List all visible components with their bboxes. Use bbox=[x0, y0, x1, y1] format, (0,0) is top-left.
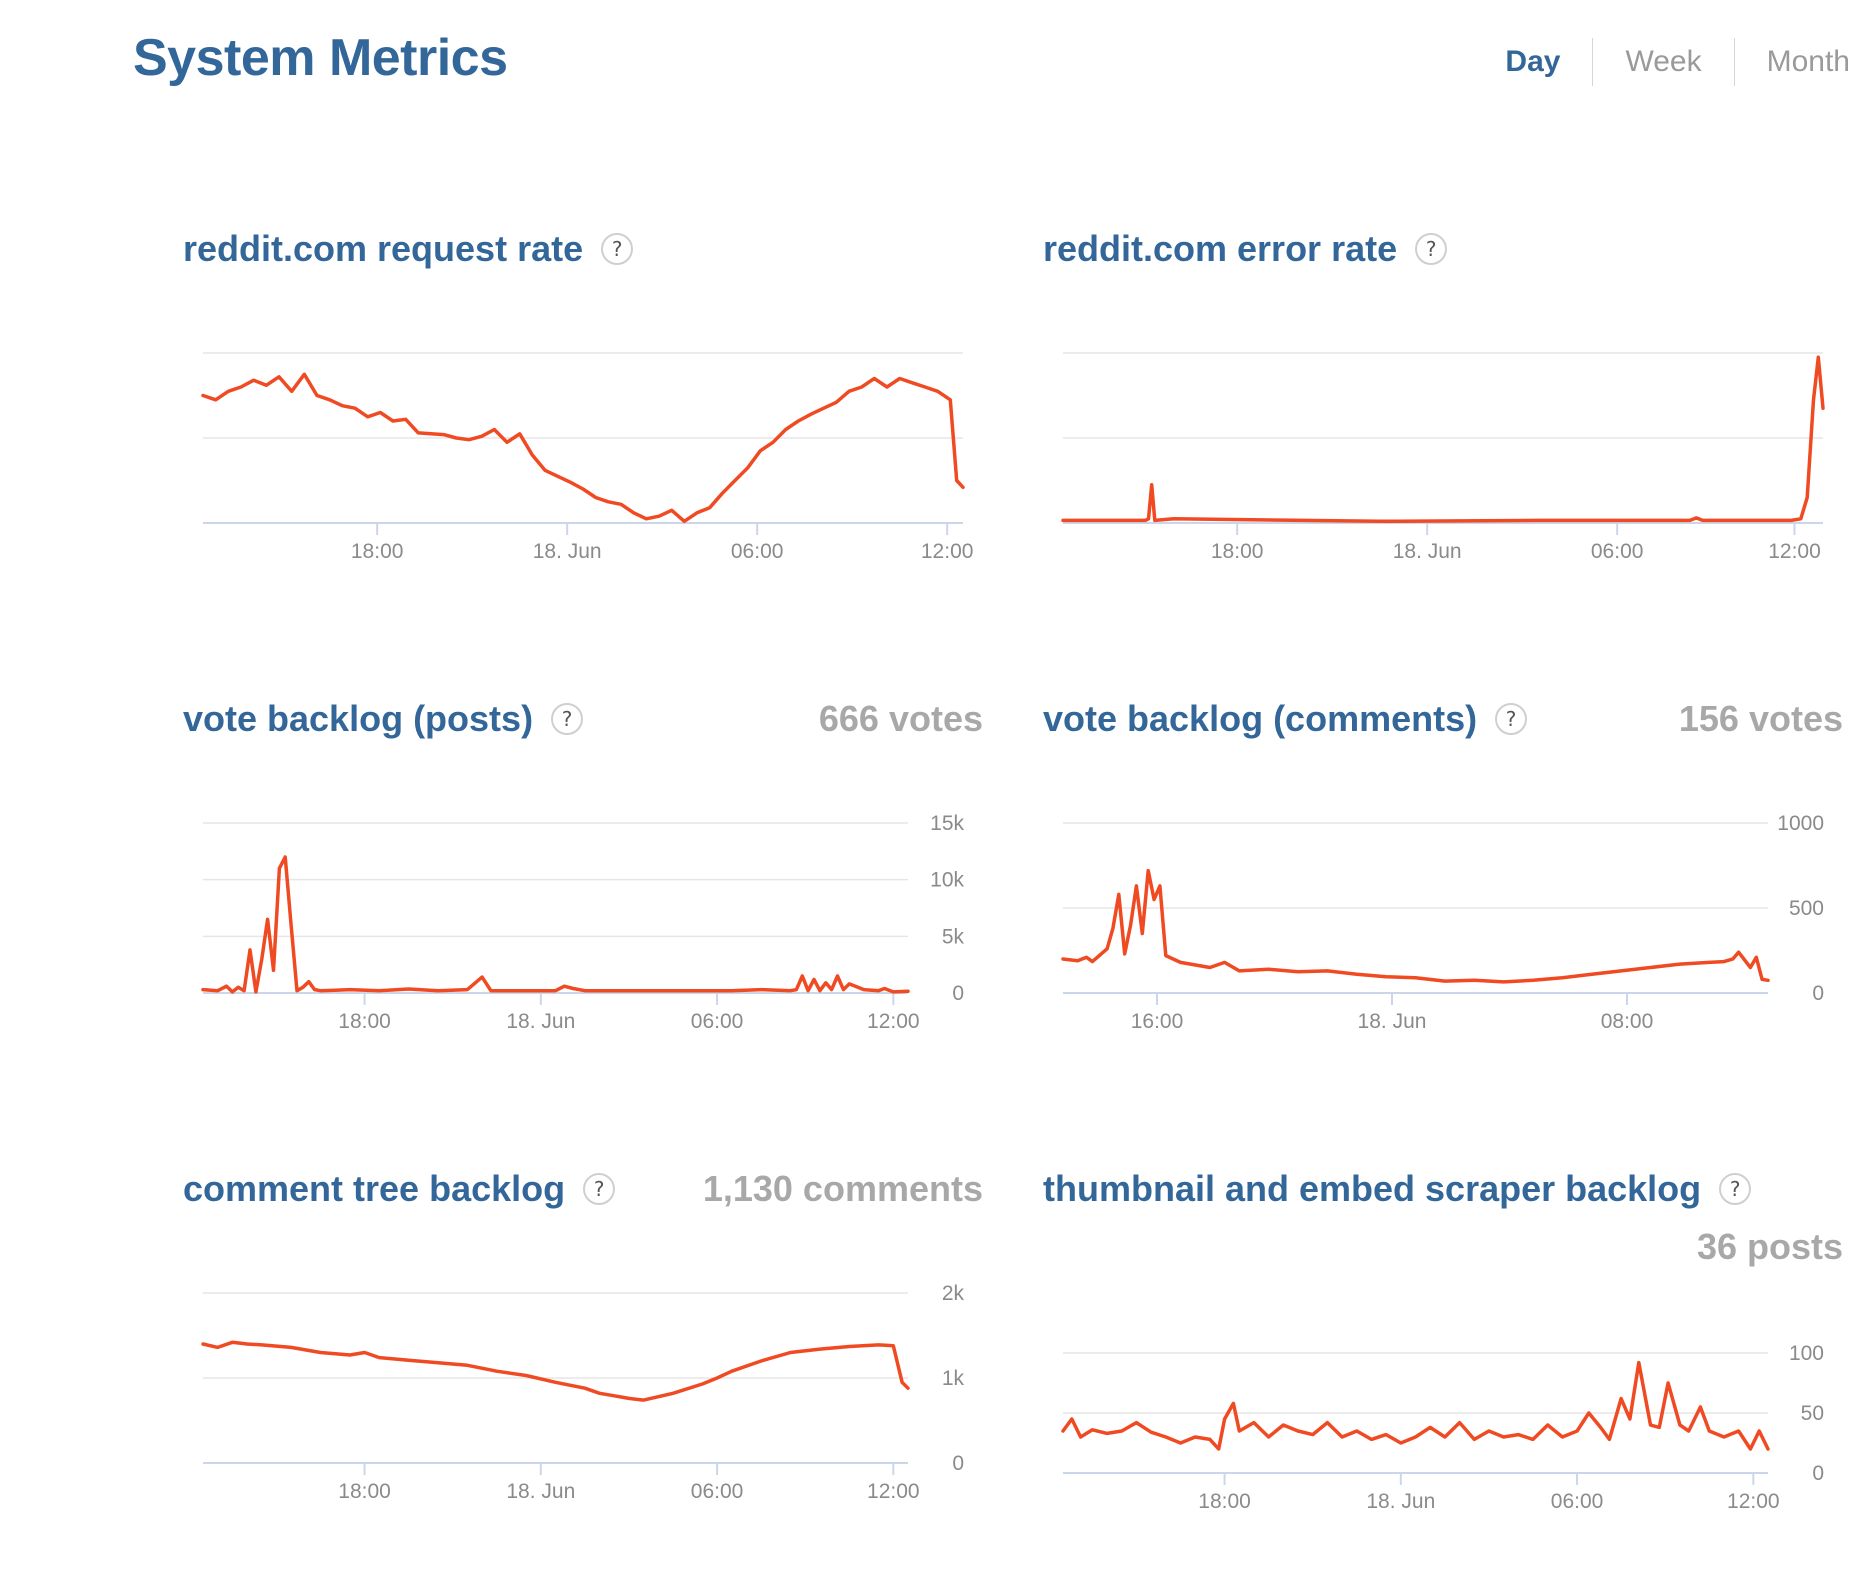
series-line bbox=[201, 855, 910, 994]
question-mark-icon[interactable]: ? bbox=[583, 1173, 616, 1205]
x-tick-label: 18:00 bbox=[338, 1010, 391, 1033]
y-tick-label: 0 bbox=[952, 1452, 964, 1475]
panel-header: thumbnail and embed scraper backlog ? bbox=[1043, 1168, 1843, 1210]
question-mark-icon[interactable]: ? bbox=[601, 233, 634, 265]
y-tick-label: 500 bbox=[1789, 897, 1824, 920]
panel-scraper-backlog: thumbnail and embed scraper backlog ? 36… bbox=[1043, 1168, 1843, 1588]
panel-title: thumbnail and embed scraper backlog bbox=[1043, 1168, 1702, 1209]
panel-title: vote backlog (comments) bbox=[1043, 698, 1478, 739]
y-tick-label: 1000 bbox=[1777, 812, 1824, 835]
panel-header: reddit.com error rate ? bbox=[1043, 228, 1843, 270]
panel-stat: 36 posts bbox=[1696, 1226, 1843, 1267]
panel-title: comment tree backlog bbox=[183, 1168, 566, 1209]
range-tab-day[interactable]: Day bbox=[1473, 38, 1592, 86]
x-tick-label: 08:00 bbox=[1601, 1010, 1654, 1033]
panel-title: reddit.com request rate bbox=[183, 228, 584, 269]
x-tick-label: 18. Jun bbox=[1393, 540, 1462, 563]
x-tick-label: 12:00 bbox=[921, 540, 974, 563]
y-tick-label: 2k bbox=[942, 1282, 965, 1305]
panel-title: vote backlog (posts) bbox=[183, 698, 534, 739]
question-mark-icon[interactable]: ? bbox=[551, 703, 584, 735]
x-tick-label: 18:00 bbox=[1198, 1490, 1251, 1513]
x-tick-label: 18:00 bbox=[351, 540, 404, 563]
page-title: System Metrics bbox=[133, 29, 508, 87]
y-tick-label: 1k bbox=[942, 1367, 965, 1390]
x-tick-label: 12:00 bbox=[867, 1010, 920, 1033]
series-line bbox=[1061, 1360, 1770, 1451]
panel-stat: 1,130 comments bbox=[702, 1168, 983, 1209]
x-tick-label: 06:00 bbox=[691, 1480, 744, 1503]
x-tick-label: 06:00 bbox=[1551, 1490, 1604, 1513]
y-tick-label: 0 bbox=[1812, 982, 1824, 1005]
y-tick-label: 5k bbox=[942, 925, 965, 948]
panel-comment-tree-backlog: comment tree backlog ? 1,130 comments 18… bbox=[183, 1168, 983, 1588]
y-tick-label: 0 bbox=[1812, 1462, 1824, 1485]
chart-request-rate: 18:00 18. Jun 06:00 12:00 bbox=[201, 352, 974, 563]
range-tab-week[interactable]: Week bbox=[1592, 38, 1733, 86]
panel-vote-backlog-comments: vote backlog (comments) ? 156 votes 16:0… bbox=[1043, 698, 1843, 1118]
time-range-tabs: Day Week Month bbox=[1473, 38, 1852, 86]
x-tick-label: 18. Jun bbox=[533, 540, 602, 563]
x-tick-label: 06:00 bbox=[1591, 540, 1644, 563]
chart-error-rate: 18:00 18. Jun 06:00 12:00 bbox=[1061, 352, 1825, 563]
panel-vote-backlog-posts: vote backlog (posts) ? 666 votes 18:00 18… bbox=[183, 698, 983, 1118]
x-tick-label: 18:00 bbox=[338, 1480, 391, 1503]
x-tick-label: 18. Jun bbox=[1366, 1490, 1435, 1513]
x-tick-label: 06:00 bbox=[731, 540, 784, 563]
panel-title: reddit.com error rate bbox=[1043, 228, 1398, 269]
y-tick-label: 15k bbox=[930, 812, 964, 835]
y-tick-label: 100 bbox=[1789, 1342, 1824, 1365]
x-tick-label: 16:00 bbox=[1131, 1010, 1184, 1033]
panel-header: comment tree backlog ? 1,130 comments bbox=[183, 1168, 983, 1210]
chart-vote-backlog-comments: 16:00 18. Jun 08:00 0 500 1000 bbox=[1061, 812, 1824, 1033]
chart-scraper-backlog: 18:00 18. Jun 06:00 12:00 0 50 100 bbox=[1061, 1342, 1824, 1513]
series-line bbox=[201, 1340, 910, 1402]
x-tick-label: 18. Jun bbox=[1358, 1010, 1427, 1033]
panel-header: vote backlog (posts) ? 666 votes bbox=[183, 698, 983, 740]
panel-error-rate: reddit.com error rate ? 18:00 18. Jun 06:0… bbox=[1043, 228, 1843, 648]
question-mark-icon[interactable]: ? bbox=[1415, 233, 1448, 265]
y-tick-label: 50 bbox=[1801, 1402, 1824, 1425]
series-line bbox=[1061, 868, 1770, 984]
y-tick-label: 10k bbox=[930, 869, 964, 892]
range-tab-month[interactable]: Month bbox=[1733, 38, 1852, 86]
panel-stat: 666 votes bbox=[818, 698, 983, 739]
x-tick-label: 06:00 bbox=[691, 1010, 744, 1033]
x-tick-label: 12:00 bbox=[1727, 1490, 1780, 1513]
x-tick-label: 18. Jun bbox=[506, 1480, 575, 1503]
panel-header: vote backlog (comments) ? 156 votes bbox=[1043, 698, 1843, 740]
series-line bbox=[1061, 355, 1825, 524]
panel-stat: 156 votes bbox=[1678, 698, 1843, 739]
chart-vote-backlog-posts: 18:00 18. Jun 06:00 12:00 0 5k 10k 15k bbox=[201, 812, 965, 1033]
chart-comment-tree-backlog: 18:00 18. Jun 06:00 12:00 0 1k 2k bbox=[201, 1282, 965, 1503]
x-tick-label: 12:00 bbox=[867, 1480, 920, 1503]
y-tick-label: 0 bbox=[952, 982, 964, 1005]
x-tick-label: 18. Jun bbox=[506, 1010, 575, 1033]
x-tick-label: 12:00 bbox=[1768, 540, 1821, 563]
question-mark-icon[interactable]: ? bbox=[1495, 703, 1528, 735]
panel-request-rate: reddit.com request rate ? 18:00 18. Jun 06… bbox=[183, 228, 983, 648]
question-mark-icon[interactable]: ? bbox=[1719, 1173, 1752, 1205]
x-tick-label: 18:00 bbox=[1211, 540, 1264, 563]
panel-header: reddit.com request rate ? bbox=[183, 228, 983, 270]
series-line bbox=[201, 372, 965, 524]
